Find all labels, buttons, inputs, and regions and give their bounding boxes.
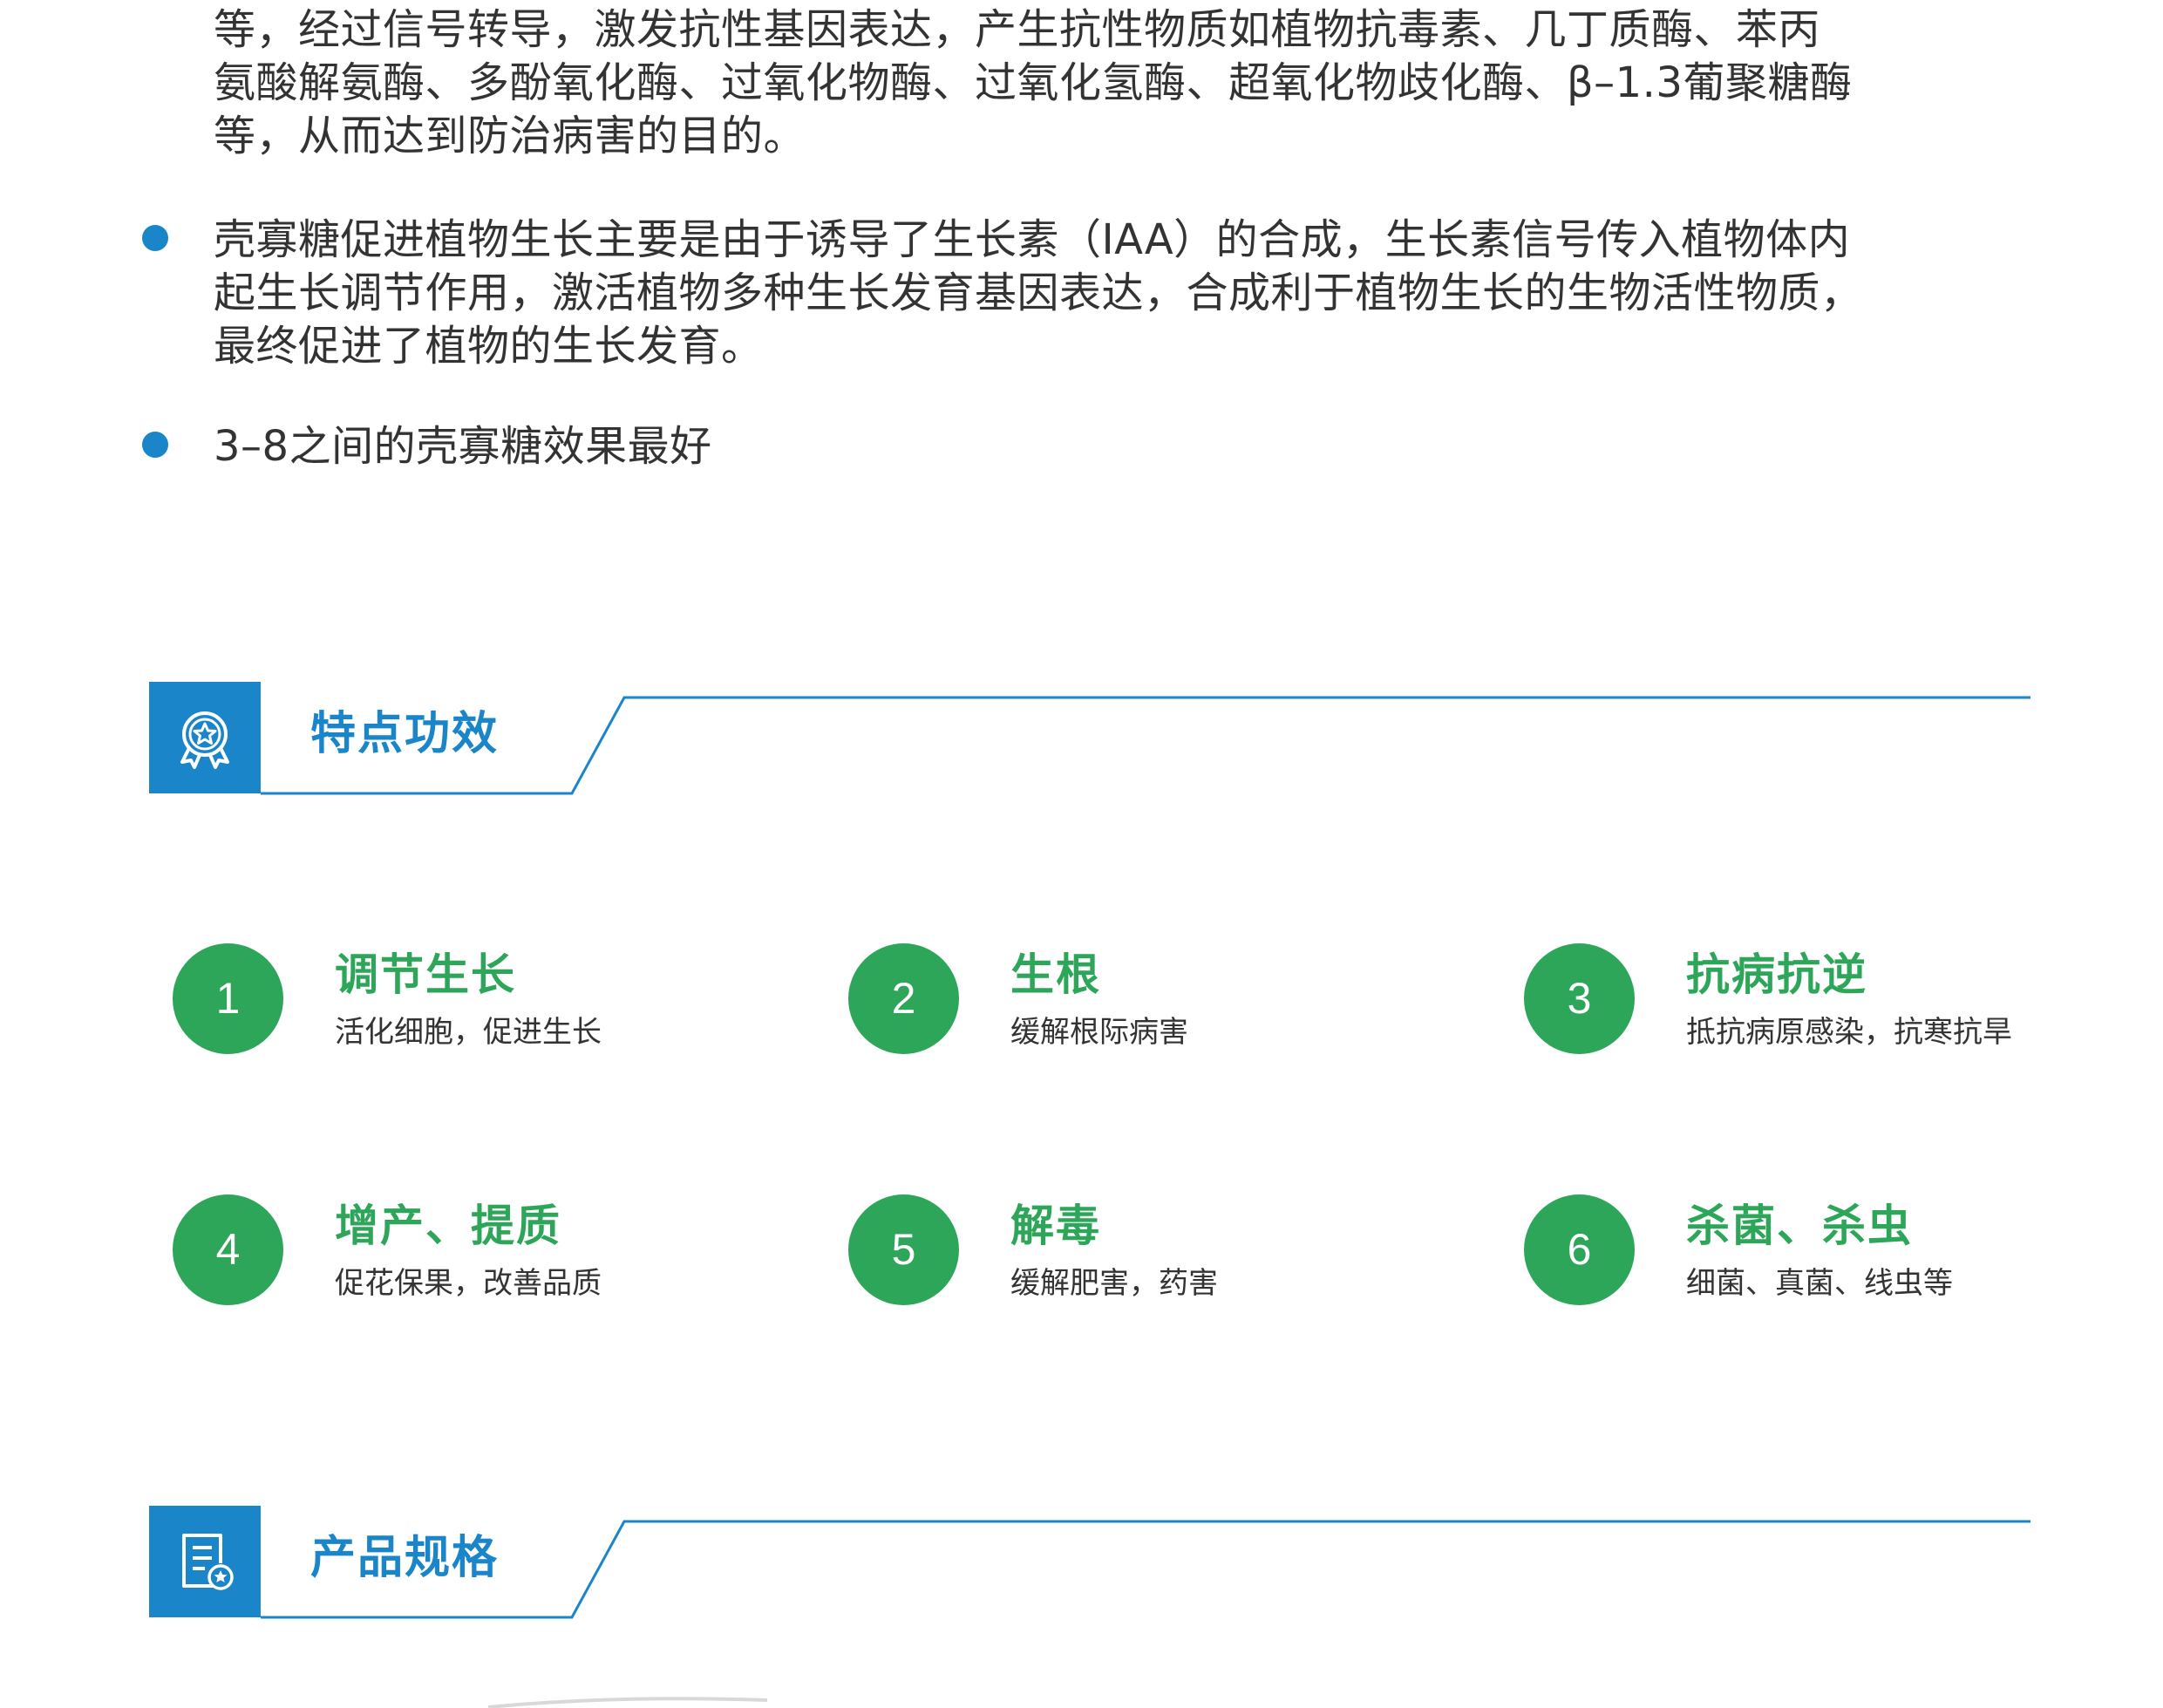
paragraph-line: 等，经过信号转导，激发抗性基因表达，产生抗性物质如植物抗毒素、几丁质酶、苯丙 bbox=[214, 5, 1821, 54]
section-header-specs: 产品规格 bbox=[149, 1506, 2032, 1619]
feature-item: 4 增产、提质 促花保果，改善品质 bbox=[173, 1194, 783, 1308]
paragraph-line: 起生长调节作用，激活植物多种生长发育基因表达，合成利于植物生长的生物活性物质， bbox=[214, 269, 1863, 317]
decorative-curve bbox=[488, 1697, 767, 1708]
section-title: 特点功效 bbox=[310, 708, 500, 760]
paragraph-line: 壳寡糖促进植物生长主要是由于诱导了生长素（IAA）的合成，生长素信号传入植物体内 bbox=[214, 215, 1851, 264]
feature-description: 缓解根际病害 bbox=[1010, 1015, 1188, 1050]
feature-item: 5 解毒 缓解肥害，药害 bbox=[848, 1194, 1459, 1308]
award-star-icon bbox=[149, 682, 261, 793]
feature-item: 6 杀菌、杀虫 细菌、真菌、线虫等 bbox=[1524, 1194, 2134, 1308]
feature-number-badge: 3 bbox=[1524, 943, 1635, 1054]
feature-title: 解毒 bbox=[1010, 1201, 1101, 1251]
section-header-features: 特点功效 bbox=[149, 682, 2032, 795]
feature-description: 抵抗病原感染，抗寒抗旱 bbox=[1686, 1015, 2012, 1050]
bullet-dot bbox=[142, 432, 168, 458]
feature-description: 活化细胞，促进生长 bbox=[335, 1015, 602, 1050]
feature-number-badge: 6 bbox=[1524, 1194, 1635, 1305]
feature-title: 生根 bbox=[1010, 949, 1101, 1000]
paragraph-line: 3–8之间的壳寡糖效果最好 bbox=[214, 422, 712, 471]
feature-number-badge: 2 bbox=[848, 943, 959, 1054]
bullet-dot bbox=[142, 225, 168, 251]
paragraph-effect: 3–8之间的壳寡糖效果最好 bbox=[214, 420, 2027, 473]
paragraph-defense-continuation: 等，经过信号转导，激发抗性基因表达，产生抗性物质如植物抗毒素、几丁质酶、苯丙 氨… bbox=[214, 3, 2027, 163]
paragraph-line: 等，从而达到防治病害的目的。 bbox=[214, 112, 806, 160]
feature-item: 1 调节生长 活化细胞，促进生长 bbox=[173, 943, 783, 1057]
paragraph-growth: 壳寡糖促进植物生长主要是由于诱导了生长素（IAA）的合成，生长素信号传入植物体内… bbox=[214, 214, 2027, 373]
feature-number-badge: 1 bbox=[173, 943, 283, 1054]
feature-description: 细菌、真菌、线虫等 bbox=[1686, 1266, 1953, 1301]
feature-title: 增产、提质 bbox=[335, 1201, 561, 1251]
feature-item: 2 生根 缓解根际病害 bbox=[848, 943, 1459, 1057]
paragraph-line: 最终促进了植物的生长发育。 bbox=[214, 322, 764, 371]
feature-title: 杀菌、杀虫 bbox=[1686, 1201, 1913, 1251]
paragraph-line: 氨酸解氨酶、多酚氧化酶、过氧化物酶、过氧化氢酶、超氧化物歧化酶、β–1.3葡聚糖… bbox=[214, 58, 1853, 107]
feature-item: 3 抗病抗逆 抵抗病原感染，抗寒抗旱 bbox=[1524, 943, 2134, 1057]
feature-description: 缓解肥害，药害 bbox=[1010, 1266, 1218, 1301]
feature-title: 抗病抗逆 bbox=[1686, 949, 1867, 1000]
feature-number-badge: 5 bbox=[848, 1194, 959, 1305]
feature-title: 调节生长 bbox=[335, 949, 516, 1000]
feature-number-badge: 4 bbox=[173, 1194, 283, 1305]
feature-description: 促花保果，改善品质 bbox=[335, 1266, 602, 1301]
section-title: 产品规格 bbox=[310, 1532, 500, 1584]
document-star-icon bbox=[149, 1506, 261, 1617]
